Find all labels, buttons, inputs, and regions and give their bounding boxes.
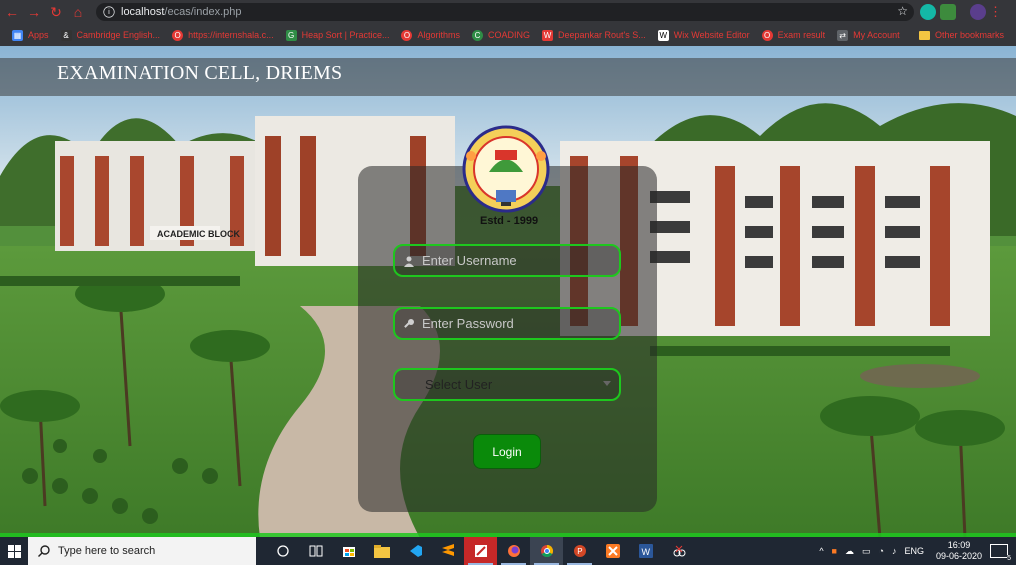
system-tray: ^ ■ ☁ ▭ ◔ ♪ ENG 16:09 09-06-2020 5 bbox=[815, 537, 1016, 565]
browser-toolbar: ← → ↻ ⌂ i localhost/ecas/index.php ☆ ⋮ bbox=[0, 0, 1016, 24]
notification-center-icon[interactable]: 5 bbox=[990, 544, 1011, 562]
bookmark-exam-result[interactable]: O Exam result bbox=[761, 29, 825, 41]
w-icon: W bbox=[542, 29, 554, 41]
firefox-icon[interactable] bbox=[497, 537, 530, 565]
bookmark-deepankar[interactable]: W Deepankar Rout's S... bbox=[542, 29, 646, 41]
grammarly-extension-icon[interactable] bbox=[920, 4, 936, 20]
bookmark-coading[interactable]: C COADING bbox=[472, 29, 530, 41]
folder-icon bbox=[918, 30, 930, 40]
apps-grid-icon: ▦ bbox=[12, 29, 23, 41]
bookmarks-bar: ▦ Apps & Cambridge English... Ohttps://int… bbox=[0, 24, 1016, 46]
bookmark-cambridge[interactable]: & Cambridge English... bbox=[60, 29, 160, 41]
back-button[interactable]: ← bbox=[2, 2, 22, 22]
clock-time: 16:09 bbox=[947, 540, 971, 550]
page-title: EXAMINATION CELL, DRIEMS bbox=[57, 62, 343, 84]
word-icon[interactable]: W bbox=[629, 537, 662, 565]
powerpoint-icon[interactable]: P bbox=[563, 537, 596, 565]
opera-icon: O bbox=[172, 29, 184, 41]
profile-avatar[interactable] bbox=[970, 4, 986, 20]
driems-logo bbox=[462, 125, 550, 213]
bookmark-internshala[interactable]: Ohttps://internshala.c... bbox=[172, 29, 274, 41]
gfg-icon: G bbox=[285, 29, 297, 41]
address-bar[interactable]: i localhost/ecas/index.php ☆ bbox=[96, 3, 914, 21]
store-icon[interactable] bbox=[332, 537, 365, 565]
xampp-icon[interactable] bbox=[596, 537, 629, 565]
clock-date: 09-06-2020 bbox=[935, 551, 982, 561]
bookmark-algorithms[interactable]: O Algorithms bbox=[401, 29, 460, 41]
battery-icon[interactable]: ▭ bbox=[862, 546, 871, 557]
established-year: Estd - 1999 bbox=[480, 215, 539, 227]
user-type-selected: Select User bbox=[425, 377, 493, 392]
bookmark-my-account[interactable]: ⇄ My Account bbox=[837, 29, 900, 41]
snipping-tool-icon[interactable] bbox=[662, 537, 695, 565]
ampersand-icon: & bbox=[60, 29, 72, 41]
username-field[interactable] bbox=[393, 244, 621, 277]
user-icon bbox=[402, 254, 416, 268]
language-indicator[interactable]: ENG bbox=[904, 546, 924, 556]
vscode-icon[interactable] bbox=[398, 537, 431, 565]
opera-icon: O bbox=[401, 29, 413, 41]
url-host: localhost bbox=[121, 6, 165, 18]
other-bookmarks[interactable]: Other bookmarks bbox=[918, 30, 1004, 40]
password-field[interactable] bbox=[393, 307, 621, 340]
site-info-icon[interactable]: i bbox=[103, 6, 115, 18]
username-input[interactable] bbox=[422, 253, 612, 268]
reload-button[interactable]: ↻ bbox=[46, 2, 66, 22]
search-icon bbox=[38, 545, 50, 557]
bookmark-wix[interactable]: W Wix Website Editor bbox=[657, 29, 750, 41]
file-explorer-icon[interactable] bbox=[365, 537, 398, 565]
chrome-icon[interactable] bbox=[530, 537, 563, 565]
xampp-tray-icon[interactable]: ■ bbox=[832, 546, 837, 556]
notification-count: 5 bbox=[1007, 555, 1011, 562]
bookmark-heap-sort[interactable]: G Heap Sort | Practice... bbox=[285, 29, 389, 41]
pdf-app-icon[interactable] bbox=[464, 537, 497, 565]
onedrive-icon[interactable]: ☁ bbox=[845, 546, 854, 557]
svg-text:ACADEMIC BLOCK: ACADEMIC BLOCK bbox=[157, 229, 240, 239]
opera-icon: O bbox=[761, 29, 773, 41]
password-input[interactable] bbox=[422, 316, 612, 331]
taskbar-search-box[interactable]: Type here to search bbox=[28, 537, 256, 565]
key-icon bbox=[402, 317, 416, 331]
page-content: ACADEMIC BLOCK EXAMINATION CELL, DRIEMS … bbox=[0, 46, 1016, 538]
chevron-down-icon bbox=[603, 381, 611, 386]
arrows-icon: ⇄ bbox=[837, 29, 849, 41]
coding-icon: C bbox=[472, 29, 483, 41]
wifi-icon[interactable]: ◔ bbox=[879, 546, 884, 556]
url-path: /ecas/index.php bbox=[164, 6, 242, 18]
taskbar-search-placeholder: Type here to search bbox=[58, 545, 156, 557]
volume-icon[interactable]: ♪ bbox=[892, 546, 897, 556]
user-type-select[interactable]: Select User bbox=[393, 368, 621, 401]
bookmark-star-icon[interactable]: ☆ bbox=[897, 4, 908, 18]
forward-button[interactable]: → bbox=[24, 2, 44, 22]
svg-text:W: W bbox=[641, 547, 650, 557]
wix-icon: W bbox=[657, 29, 669, 41]
bookmark-apps[interactable]: ▦ Apps bbox=[12, 29, 49, 41]
windows-start-button[interactable] bbox=[0, 537, 28, 565]
task-view-icon[interactable] bbox=[299, 537, 332, 565]
cortana-icon[interactable] bbox=[266, 537, 299, 565]
windows-logo-icon bbox=[7, 544, 21, 558]
home-button[interactable]: ⌂ bbox=[68, 2, 88, 22]
puzzle-extension-icon[interactable] bbox=[940, 4, 956, 20]
browser-menu-icon[interactable]: ⋮ bbox=[989, 4, 1002, 20]
taskbar-clock[interactable]: 16:09 09-06-2020 bbox=[936, 540, 982, 562]
sublime-text-icon[interactable] bbox=[431, 537, 464, 565]
login-button[interactable]: Login bbox=[473, 434, 541, 469]
show-hidden-icons-icon[interactable]: ^ bbox=[819, 546, 823, 556]
svg-text:P: P bbox=[577, 547, 582, 556]
